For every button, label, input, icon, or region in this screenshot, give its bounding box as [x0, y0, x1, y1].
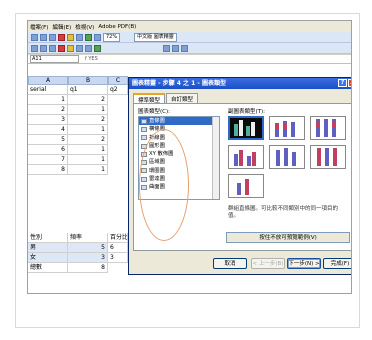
close-button[interactable]: X — [348, 79, 351, 87]
italic-icon[interactable] — [40, 44, 47, 52]
subtype-clustered-column[interactable] — [228, 116, 264, 140]
table-cell[interactable]: 1 — [68, 105, 108, 115]
align-icon[interactable] — [76, 44, 83, 52]
subtype-3d-100-stacked-column[interactable] — [310, 145, 346, 169]
back-button[interactable]: < 上一步(B) — [251, 258, 285, 269]
merge-icon[interactable] — [85, 44, 92, 52]
column-chart-icon — [141, 118, 147, 124]
freq-cell[interactable]: 總數 — [28, 263, 68, 273]
paste-icon[interactable] — [85, 33, 92, 41]
font-color-icon[interactable] — [58, 44, 65, 52]
table-cell[interactable]: 8 — [28, 165, 68, 175]
column-header-b[interactable]: B — [68, 76, 108, 85]
new-icon[interactable] — [31, 33, 38, 41]
table-cell[interactable]: 1 — [68, 155, 108, 165]
subtype-stacked-column[interactable] — [269, 116, 305, 140]
increase-decimal-icon[interactable] — [172, 44, 179, 52]
cancel-button[interactable]: 取消 — [213, 258, 247, 269]
subtype-label: 副圖表類型(T): — [228, 109, 266, 115]
column-header-c[interactable]: C — [108, 76, 128, 85]
freq-header-frequency[interactable]: 頻率 — [68, 233, 108, 243]
next-button[interactable]: 下一步(N) > — [287, 258, 321, 269]
freq-cell[interactable]: 6 — [108, 243, 128, 253]
standard-toolbar: 72% 中文版 圖表精靈 — [28, 32, 351, 43]
print-icon[interactable] — [58, 33, 65, 41]
freq-cell[interactable]: 女 — [28, 253, 68, 263]
formatting-toolbar — [28, 43, 351, 54]
excel-window: 檔案(F) 編輯(E) 檢視(V) Adobe PDF(B) 72% 中文版 圖… — [27, 20, 352, 294]
freq-cell[interactable]: 男 — [28, 243, 68, 253]
subtype-grid — [228, 116, 350, 198]
decrease-decimal-icon[interactable] — [181, 44, 188, 52]
dialog-title-bar[interactable]: 圖表精靈 - 步驟 4 之 1 - 圖表類型 ? X — [129, 78, 351, 89]
bold-icon[interactable] — [31, 44, 38, 52]
cut-icon[interactable] — [67, 33, 74, 41]
finish-button[interactable]: 完成(F) — [323, 258, 351, 269]
cell-header-q1[interactable]: q1 — [68, 85, 108, 95]
underline-icon[interactable] — [49, 44, 56, 52]
subtype-3d-stacked-column[interactable] — [269, 145, 305, 169]
chart-type-label: 圖表類型(C): — [138, 109, 170, 115]
freq-cell[interactable]: 5 — [68, 243, 108, 253]
cell-header-q2[interactable]: q2 — [108, 85, 128, 95]
table-cell[interactable]: 2 — [28, 105, 68, 115]
font-select[interactable]: 中文版 圖表精靈 — [134, 32, 177, 42]
table-cell[interactable]: 7 — [28, 155, 68, 165]
table-cell[interactable]: 2 — [68, 95, 108, 105]
table-cell[interactable]: 2 — [68, 135, 108, 145]
subtype-3d-clustered-column[interactable] — [228, 145, 264, 169]
save-icon[interactable] — [49, 33, 56, 41]
subtype-3d-column[interactable] — [228, 174, 264, 198]
freq-header-percent[interactable]: 百分比 — [108, 233, 128, 243]
table-cell[interactable]: 1 — [28, 95, 68, 105]
menu-adobe-pdf[interactable]: Adobe PDF(B) — [98, 24, 136, 30]
formula-bar: A11 f YES — [28, 55, 351, 64]
freq-cell[interactable]: 8 — [68, 263, 108, 273]
dialog-button-row: 取消 < 上一步(B) 下一步(N) > 完成(F) — [133, 258, 351, 270]
table-cell[interactable]: 4 — [28, 125, 68, 135]
table-cell[interactable]: 5 — [28, 135, 68, 145]
menu-edit[interactable]: 編輯(E) — [52, 23, 71, 31]
list-item[interactable]: 直條圖 — [139, 117, 219, 126]
preview-button[interactable]: 按住不放可預覽範例(V) — [226, 232, 350, 243]
chart-wizard-icon[interactable] — [94, 33, 101, 41]
cell-header-serial[interactable]: serial — [28, 85, 68, 95]
column-header-a[interactable]: A — [28, 76, 68, 85]
table-cell[interactable]: 3 — [28, 115, 68, 125]
open-icon[interactable] — [40, 33, 47, 41]
name-box[interactable]: A11 — [30, 55, 79, 63]
annotation-circle — [139, 129, 189, 241]
list-scrollbar[interactable] — [212, 117, 219, 199]
formula-content[interactable]: f YES — [85, 56, 98, 62]
freq-header-gender[interactable]: 性別 — [28, 233, 68, 243]
table-cell[interactable]: 1 — [68, 125, 108, 135]
copy-icon[interactable] — [76, 33, 83, 41]
freq-cell[interactable]: 3 — [68, 253, 108, 263]
menu-view[interactable]: 檢視(V) — [75, 23, 94, 31]
subtype-description: 群組直條圖。可比較不同類別中的同一項目的值。 — [228, 206, 339, 219]
table-cell[interactable]: 1 — [68, 165, 108, 175]
subtype-100-stacked-column[interactable] — [310, 116, 346, 140]
table-cell[interactable]: 1 — [68, 145, 108, 155]
fill-color-icon[interactable] — [67, 44, 74, 52]
help-button[interactable]: ? — [338, 79, 347, 87]
border-icon[interactable] — [163, 44, 170, 52]
zoom-select[interactable]: 72% — [103, 32, 121, 42]
list-item[interactable]: 橫條圖 — [139, 125, 219, 133]
bar-chart-icon — [141, 126, 147, 132]
table-cell[interactable]: 6 — [28, 145, 68, 155]
menu-bar: 檔案(F) 編輯(E) 檢視(V) Adobe PDF(B) — [28, 21, 351, 32]
menu-file[interactable]: 檔案(F) — [30, 23, 48, 31]
table-cell[interactable]: 2 — [68, 115, 108, 125]
line-chart-icon — [141, 135, 147, 141]
number-format-icon[interactable] — [94, 44, 101, 52]
freq-cell[interactable]: 3 — [108, 253, 128, 263]
dialog-title: 圖表精靈 - 步驟 4 之 1 - 圖表類型 — [132, 80, 226, 87]
